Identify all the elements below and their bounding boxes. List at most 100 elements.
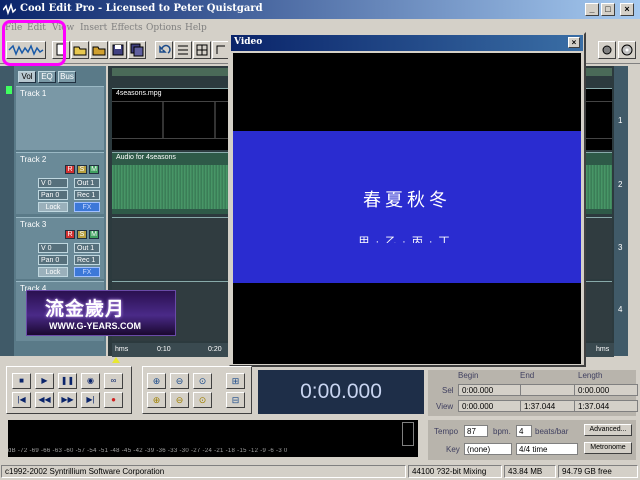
settings-icon[interactable] xyxy=(598,41,616,59)
track-3-controls[interactable]: Track 3 R S M V 0 Out 1 Pan 0 Rec 1 Lock… xyxy=(16,217,104,279)
left-scrollbar[interactable] xyxy=(0,66,14,356)
fast-forward-button[interactable]: ▶▶ xyxy=(58,392,77,408)
video-subtitle: 春夏秋冬 xyxy=(363,190,451,211)
fx-button[interactable]: FX xyxy=(74,267,100,277)
grid-icon[interactable] xyxy=(193,41,211,59)
track-2-controls[interactable]: Track 2 R S M V 0 Out 1 Pan 0 Rec 1 Lock… xyxy=(16,152,104,214)
timeline-tick: hms xyxy=(596,346,610,353)
video-close-button[interactable]: × xyxy=(568,37,580,48)
zoom-right-icon[interactable]: ⊙ xyxy=(193,392,212,408)
zoom-vertical-out-icon[interactable]: ⊟ xyxy=(226,392,245,408)
rewind-button[interactable]: ◀◀ xyxy=(35,392,54,408)
tempo-panel: Tempo 87 bpm. 4 beats/bar Advanced... Ke… xyxy=(428,420,636,460)
window-title: Cool Edit Pro - Licensed to Peter Quistg… xyxy=(20,3,263,14)
open-session-icon[interactable] xyxy=(90,41,108,59)
record-input-field[interactable]: Rec 1 xyxy=(74,255,100,265)
pan-field[interactable]: Pan 0 xyxy=(38,255,68,265)
solo-button[interactable]: S xyxy=(77,230,87,239)
output-field[interactable]: Out 1 xyxy=(74,243,100,253)
time-signature-select[interactable]: 4/4 time xyxy=(516,443,578,455)
maximize-button[interactable]: □ xyxy=(601,3,615,16)
tempo-field[interactable]: 87 xyxy=(464,425,488,437)
track-number: 3 xyxy=(618,243,623,252)
mix-icon[interactable] xyxy=(174,41,192,59)
track-number: 1 xyxy=(618,116,623,125)
zoom-out-icon[interactable]: ⊖ xyxy=(170,373,189,389)
zoom-in-icon[interactable]: ⊕ xyxy=(147,373,166,389)
menu-effects[interactable]: Effects xyxy=(111,23,143,33)
solo-button[interactable]: S xyxy=(77,165,87,174)
playhead-marker[interactable] xyxy=(112,357,120,363)
fx-button[interactable]: FX xyxy=(74,202,100,212)
menu-insert[interactable]: Insert xyxy=(80,23,107,33)
open-folder-icon[interactable] xyxy=(71,41,89,59)
timeline-tick: 0:10 xyxy=(157,346,171,353)
key-select[interactable]: (none) xyxy=(464,443,512,455)
save-all-icon[interactable] xyxy=(128,41,146,59)
disk-free: 94.79 GB free xyxy=(558,465,638,478)
loop-button[interactable]: ∞ xyxy=(104,373,123,389)
key-label: Key xyxy=(446,445,460,454)
beats-field[interactable]: 4 xyxy=(516,425,532,437)
video-subtitle-partial: 甲·乙·丙·丁 xyxy=(358,236,456,243)
volume-field[interactable]: V 0 xyxy=(38,178,68,188)
mute-button[interactable]: M xyxy=(89,230,99,239)
minimize-button[interactable]: _ xyxy=(585,3,599,16)
volume-field[interactable]: V 0 xyxy=(38,243,68,253)
view-length-field[interactable]: 1:37.044 xyxy=(574,400,638,412)
track-name: Track 1 xyxy=(20,89,47,98)
track-name: Track 3 xyxy=(20,220,47,229)
cd-icon[interactable] xyxy=(618,41,636,59)
advanced-button[interactable]: Advanced... xyxy=(584,424,632,436)
time-display: 0:00.000 xyxy=(258,370,424,414)
undo-icon[interactable] xyxy=(155,41,173,59)
menu-help[interactable]: Help xyxy=(185,23,207,33)
stop-button[interactable]: ■ xyxy=(12,373,31,389)
record-button[interactable]: R xyxy=(65,230,75,239)
watermark-logo: 流金歲月 WWW.G-YEARS.COM xyxy=(26,290,176,336)
metronome-button[interactable]: Metronome xyxy=(584,442,632,454)
meter-scale: dB -72 -69 -66 -63 -60 -57 -54 -51 -48 -… xyxy=(8,448,418,457)
go-to-start-button[interactable]: |◀ xyxy=(12,392,31,408)
track-name: Track 2 xyxy=(20,155,47,164)
record-button[interactable]: R xyxy=(65,165,75,174)
zoom-left-icon[interactable]: ⊖ xyxy=(170,392,189,408)
meter-peak-box xyxy=(402,422,414,446)
track-1-controls[interactable]: Track 1 xyxy=(16,86,104,150)
tempo-label: Tempo xyxy=(434,427,459,436)
tab-eq[interactable]: EQ xyxy=(38,71,56,83)
tab-vol[interactable]: Vol xyxy=(18,71,36,83)
title-bar: Cool Edit Pro - Licensed to Peter Quistg… xyxy=(0,0,640,19)
output-field[interactable]: Out 1 xyxy=(74,178,100,188)
pan-field[interactable]: Pan 0 xyxy=(38,190,68,200)
video-window[interactable]: Video × 春夏秋冬 甲·乙·丙·丁 xyxy=(228,32,586,367)
zoom-full-icon[interactable]: ⊙ xyxy=(193,373,212,389)
lock-button[interactable]: Lock xyxy=(38,267,68,277)
record-input-field[interactable]: Rec 1 xyxy=(74,190,100,200)
left-strip-marker xyxy=(6,86,12,94)
timeline-tick: 0:20 xyxy=(208,346,222,353)
sel-length-field[interactable]: 0:00.000 xyxy=(574,384,638,396)
zoom-selection-icon[interactable]: ⊕ xyxy=(147,392,166,408)
pause-button[interactable]: ❚❚ xyxy=(58,373,77,389)
menu-options[interactable]: Options xyxy=(146,23,181,33)
logo-url: WWW.G-YEARS.COM xyxy=(49,321,141,331)
view-begin-field[interactable]: 0:00.000 xyxy=(458,400,522,412)
close-button[interactable]: × xyxy=(620,3,634,16)
memory-usage: 43.84 MB xyxy=(504,465,556,478)
record-transport-button[interactable]: ● xyxy=(104,392,123,408)
end-header: End xyxy=(520,371,535,380)
go-to-end-button[interactable]: ▶| xyxy=(81,392,100,408)
beats-per-bar-label: beats/bar xyxy=(535,427,569,436)
sel-begin-field[interactable]: 0:00.000 xyxy=(458,384,522,396)
play-button[interactable]: ▶ xyxy=(35,373,54,389)
save-icon[interactable] xyxy=(109,41,127,59)
logo-chinese: 流金歲月 xyxy=(45,298,126,320)
zoom-vertical-in-icon[interactable]: ⊞ xyxy=(226,373,245,389)
lock-button[interactable]: Lock xyxy=(38,202,68,212)
tab-bus[interactable]: Bus xyxy=(58,71,76,83)
video-title-bar: Video × xyxy=(231,35,583,51)
mute-button[interactable]: M xyxy=(89,165,99,174)
timeline-tick: hms xyxy=(115,346,129,353)
play-from-cursor-button[interactable]: ◉ xyxy=(81,373,100,389)
